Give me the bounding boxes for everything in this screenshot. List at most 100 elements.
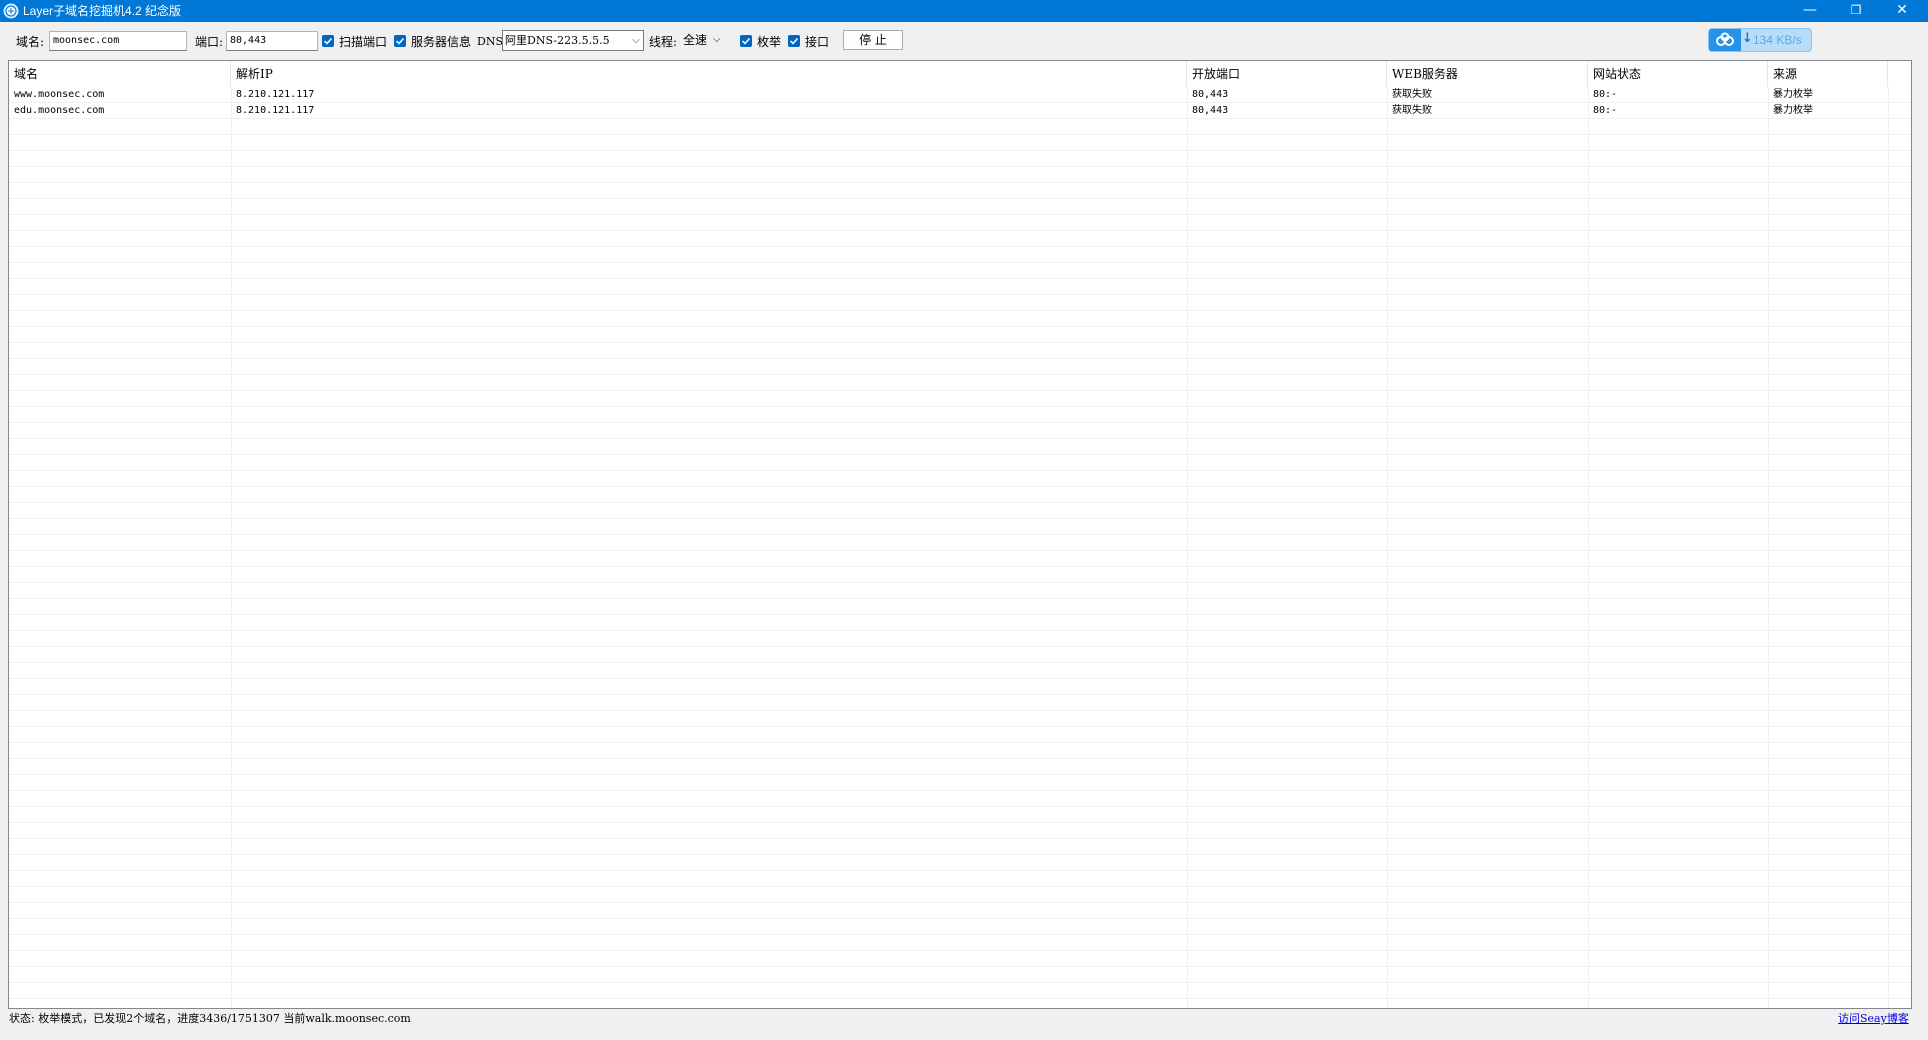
cloud-icon	[1709, 29, 1741, 51]
dns-select[interactable]: 阿里DNS-223.5.5.5 ⌵	[502, 30, 644, 51]
toolbar: 域名: moonsec.com 端口: 80,443 扫描端口 服务器信息 DN…	[0, 22, 1928, 60]
empty-row	[9, 359, 1911, 375]
column-header-domain[interactable]: 域名	[9, 61, 231, 87]
minimize-button[interactable]: —	[1787, 0, 1833, 22]
empty-row	[9, 727, 1911, 743]
status-text: 状态: 枚举模式，已发现2个域名，进度3436/1751307 当前walk.m…	[9, 1012, 411, 1025]
empty-row	[9, 839, 1911, 855]
column-header-ip[interactable]: 解析IP	[231, 61, 1187, 87]
empty-row	[9, 487, 1911, 503]
empty-row	[9, 423, 1911, 439]
empty-row	[9, 263, 1911, 279]
empty-row	[9, 855, 1911, 871]
results-table[interactable]: 域名 解析IP 开放端口 WEB服务器 网站状态 来源 www.moonsec.…	[8, 60, 1912, 1009]
chevron-down-icon: ⌵	[632, 35, 640, 46]
thread-select-value: 全速	[683, 33, 708, 47]
network-speed-widget[interactable]: ↓ 134 KB/s	[1708, 28, 1812, 52]
empty-row	[9, 615, 1911, 631]
empty-row	[9, 983, 1911, 999]
empty-row	[9, 503, 1911, 519]
empty-row	[9, 599, 1911, 615]
enum-label: 枚举	[757, 35, 782, 49]
empty-row	[9, 407, 1911, 423]
column-header-web-server[interactable]: WEB服务器	[1387, 61, 1588, 87]
cell-domain: www.moonsec.com	[14, 89, 105, 100]
empty-row	[9, 343, 1911, 359]
empty-row	[9, 695, 1911, 711]
empty-row	[9, 647, 1911, 663]
table-body: www.moonsec.com 8.210.121.117 80,443 获取失…	[9, 87, 1911, 999]
cell-web-server: 获取失败	[1392, 89, 1432, 100]
empty-row	[9, 439, 1911, 455]
column-header-source[interactable]: 来源	[1768, 61, 1888, 87]
stop-button[interactable]: 停 止	[843, 30, 903, 50]
table-row[interactable]: edu.moonsec.com 8.210.121.117 80,443 获取失…	[9, 103, 1911, 119]
enum-checkbox[interactable]	[740, 35, 752, 47]
api-checkbox[interactable]	[788, 35, 800, 47]
scan-port-checkbox[interactable]	[322, 35, 334, 47]
scan-port-label: 扫描端口	[339, 35, 388, 49]
empty-row	[9, 167, 1911, 183]
close-button[interactable]: ✕	[1879, 0, 1925, 22]
cell-site-status: 80:-	[1593, 89, 1618, 100]
cell-ip: 8.210.121.117	[236, 105, 315, 116]
empty-row	[9, 711, 1911, 727]
empty-row	[9, 903, 1911, 919]
empty-row	[9, 935, 1911, 951]
seay-blog-link[interactable]: 访问Seay博客	[1838, 1012, 1909, 1026]
empty-row	[9, 391, 1911, 407]
column-header-open-port[interactable]: 开放端口	[1187, 61, 1387, 87]
empty-row	[9, 919, 1911, 935]
empty-row	[9, 583, 1911, 599]
empty-row	[9, 199, 1911, 215]
empty-row	[9, 471, 1911, 487]
empty-row	[9, 679, 1911, 695]
domain-label: 域名:	[16, 35, 45, 49]
cell-source: 暴力枚举	[1773, 89, 1813, 100]
close-icon: ✕	[1896, 2, 1908, 18]
download-arrow-icon: ↓	[1742, 31, 1753, 46]
empty-row	[9, 631, 1911, 647]
empty-row	[9, 519, 1911, 535]
server-info-label: 服务器信息	[411, 35, 472, 49]
chevron-down-icon: ⌵	[713, 34, 721, 45]
empty-row	[9, 311, 1911, 327]
checkmark-icon	[323, 37, 333, 45]
port-label: 端口:	[195, 35, 224, 49]
empty-row	[9, 183, 1911, 199]
checkmark-icon	[395, 37, 405, 45]
dns-select-value: 阿里DNS-223.5.5.5	[505, 34, 610, 47]
cell-open-port: 80,443	[1192, 105, 1229, 116]
restore-icon: ❐	[1850, 3, 1862, 17]
cell-web-server: 获取失败	[1392, 105, 1432, 116]
server-info-checkbox[interactable]	[394, 35, 406, 47]
checkmark-icon	[789, 37, 799, 45]
domain-input[interactable]: moonsec.com	[49, 31, 187, 51]
title-bar: Layer子域名挖掘机4.2 纪念版 — ❐ ✕	[0, 0, 1928, 22]
empty-row	[9, 231, 1911, 247]
restore-button[interactable]: ❐	[1833, 0, 1879, 22]
thread-select[interactable]: 全速 ⌵	[683, 32, 727, 50]
empty-row	[9, 823, 1911, 839]
empty-row	[9, 455, 1911, 471]
empty-row	[9, 535, 1911, 551]
empty-row	[9, 279, 1911, 295]
table-row[interactable]: www.moonsec.com 8.210.121.117 80,443 获取失…	[9, 87, 1911, 103]
empty-row	[9, 215, 1911, 231]
cell-site-status: 80:-	[1593, 105, 1618, 116]
empty-row	[9, 119, 1911, 135]
empty-row	[9, 551, 1911, 567]
column-header-site-status[interactable]: 网站状态	[1588, 61, 1768, 87]
empty-row	[9, 791, 1911, 807]
empty-row	[9, 151, 1911, 167]
empty-row	[9, 295, 1911, 311]
api-label: 接口	[805, 35, 830, 49]
empty-row	[9, 807, 1911, 823]
cell-domain: edu.moonsec.com	[14, 105, 105, 116]
empty-row	[9, 247, 1911, 263]
cell-ip: 8.210.121.117	[236, 89, 315, 100]
port-input[interactable]: 80,443	[226, 31, 318, 51]
minimize-icon: —	[1803, 2, 1817, 18]
empty-row	[9, 951, 1911, 967]
empty-row	[9, 663, 1911, 679]
